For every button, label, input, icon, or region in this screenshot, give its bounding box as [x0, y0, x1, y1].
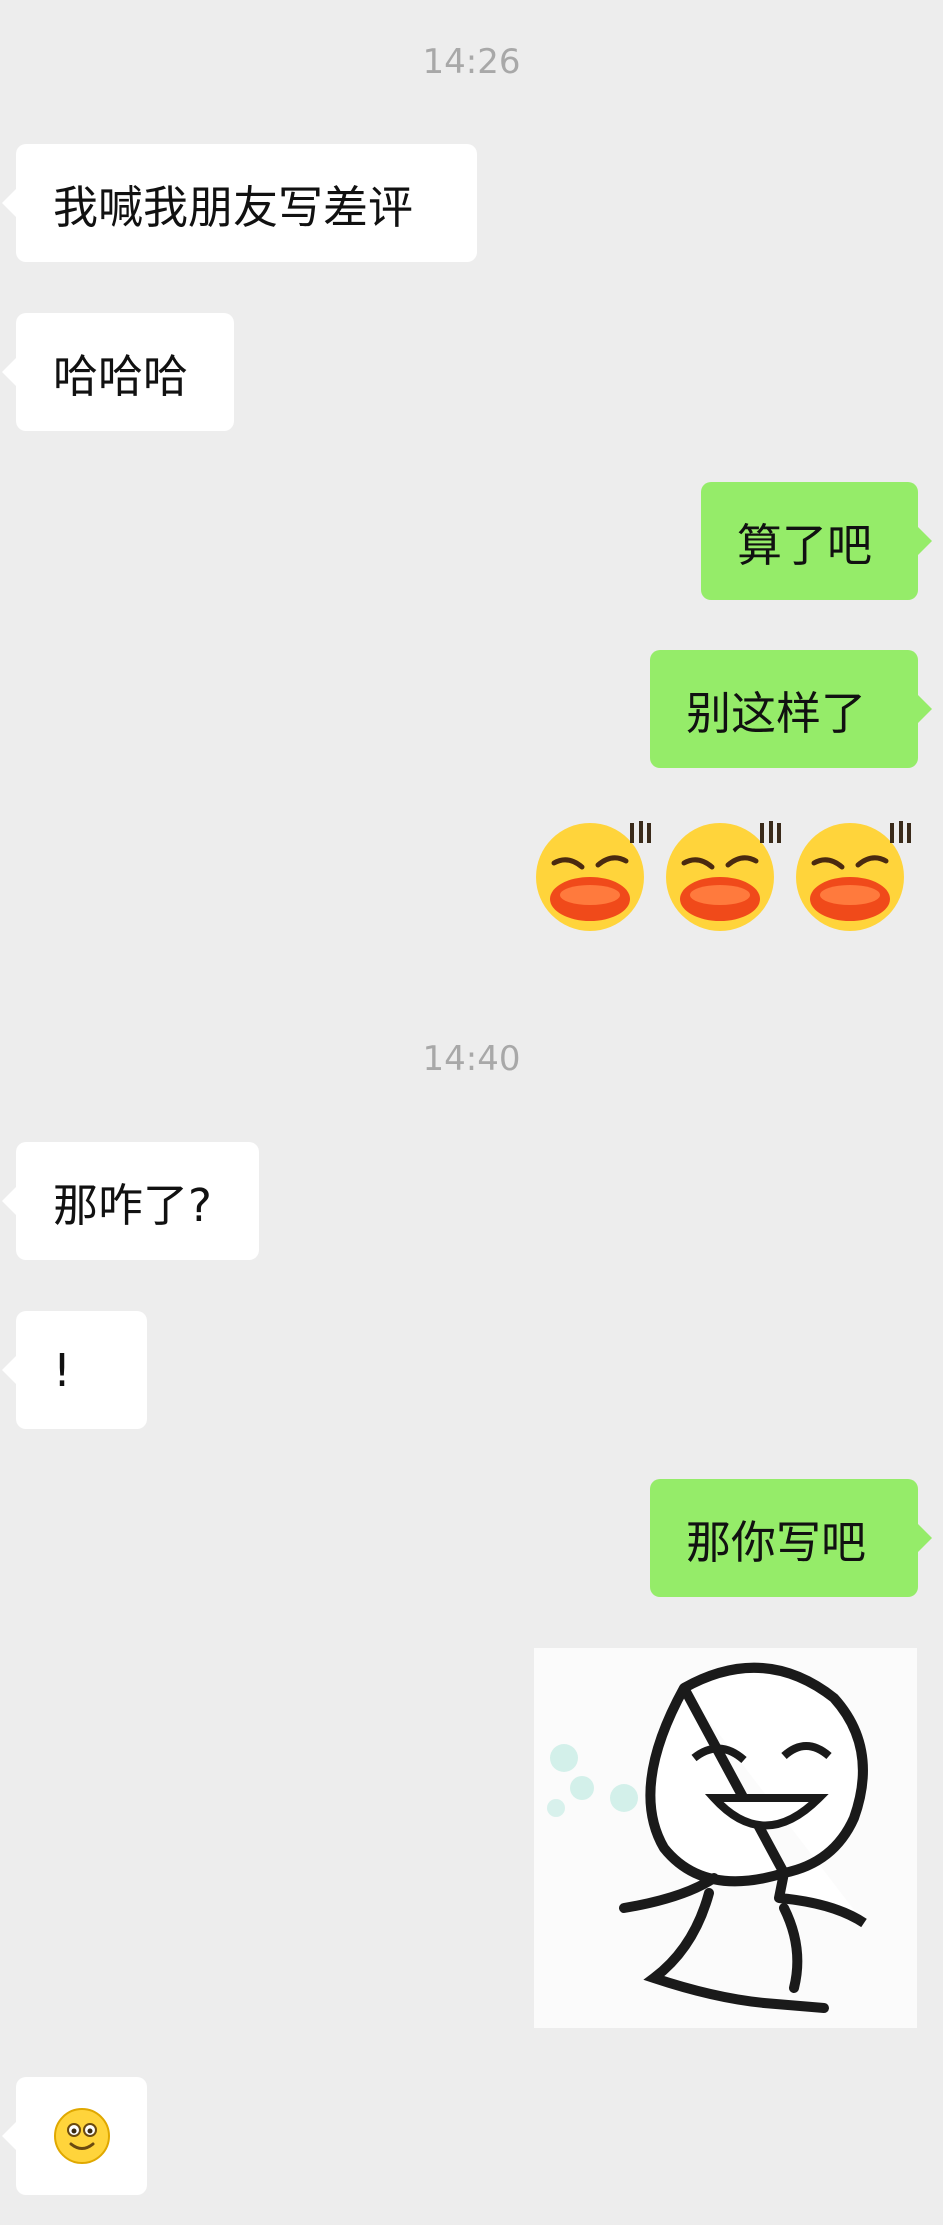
smirk-duck-lips-emoji-icon [666, 821, 781, 931]
message-bubble-outgoing[interactable]: 那你写吧 [650, 1479, 932, 1597]
laughing-doodle-sticker-icon [547, 1662, 868, 2013]
message-text: 算了吧 [737, 518, 873, 572]
smirk-duck-lips-emoji-icon [536, 821, 651, 931]
message-text: 我喊我朋友写差评 [53, 180, 414, 234]
laughing-doodle-sticker[interactable] [534, 1648, 917, 2028]
message-text: ! [53, 1343, 72, 1397]
message-text: 别这样了 [686, 686, 867, 740]
message-bubble-incoming[interactable]: 哈哈哈 [2, 313, 234, 431]
timestamp: 14:40 [422, 1039, 521, 1079]
emoji-message[interactable] [532, 815, 912, 935]
message-bubble-incoming[interactable]: ! [2, 1311, 147, 1429]
message-bubble-incoming[interactable]: 我喊我朋友写差评 [2, 144, 477, 262]
message-bubble-outgoing[interactable]: 别这样了 [650, 650, 932, 768]
message-text: 哈哈哈 [53, 349, 189, 403]
chat-area[interactable]: 14:26 我喊我朋友写差评 哈哈哈 算了吧 别这样了 14:40 那咋了? !… [0, 0, 943, 2225]
timestamp: 14:26 [422, 42, 521, 82]
message-text: 那咋了? [53, 1178, 212, 1232]
smile-emoji-icon [54, 2108, 110, 2164]
smirk-duck-lips-emoji-icon [796, 821, 911, 931]
message-bubble-incoming[interactable]: 那咋了? [2, 1142, 259, 1260]
message-bubble-incoming[interactable] [2, 2077, 147, 2195]
message-text: 那你写吧 [686, 1515, 867, 1569]
message-bubble-outgoing[interactable]: 算了吧 [701, 482, 932, 600]
